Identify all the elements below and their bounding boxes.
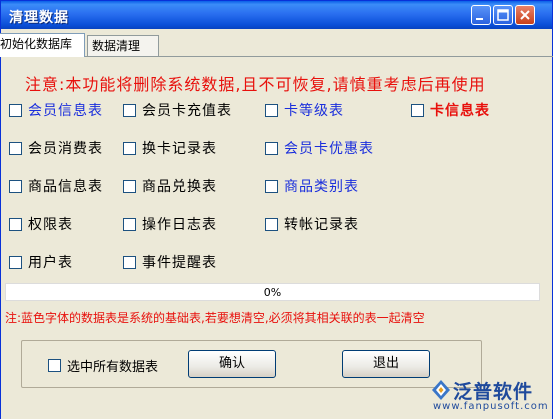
checkbox-box[interactable] [265, 179, 278, 193]
checkbox-product-exchange[interactable]: 商品兑换表 [123, 177, 217, 195]
checkbox-card-exchange-record[interactable]: 换卡记录表 [123, 139, 217, 157]
select-all-label: 选中所有数据表 [67, 359, 159, 375]
checkbox-label: 事件提醒表 [142, 255, 217, 271]
maximize-icon [497, 9, 509, 21]
checkbox-label: 操作日志表 [142, 217, 217, 233]
checkbox-event-reminder[interactable]: 事件提醒表 [123, 253, 217, 271]
checkbox-box[interactable] [411, 103, 424, 117]
minimize-button[interactable] [471, 5, 491, 25]
tab-data-cleanup[interactable]: 数据清理 [87, 35, 159, 56]
checkbox-label: 转帐记录表 [284, 217, 359, 233]
checkbox-box[interactable] [123, 217, 136, 231]
checkbox-product-info[interactable]: 商品信息表 [9, 177, 103, 195]
tab-strip: 初始化数据库 数据清理 [0, 33, 553, 57]
checkbox-label: 商品类别表 [284, 179, 359, 195]
checkbox-box[interactable] [265, 217, 278, 231]
checkbox-label: 会员卡优惠表 [284, 141, 374, 157]
close-button[interactable] [515, 5, 535, 25]
exit-label: 退出 [372, 356, 399, 371]
checkbox-box[interactable] [9, 255, 22, 269]
checkbox-box[interactable] [265, 141, 278, 155]
checkbox-product-category[interactable]: 商品类别表 [265, 177, 359, 195]
checkbox-member-info[interactable]: 会员信息表 [9, 101, 103, 119]
checkbox-card-info[interactable]: 卡信息表 [411, 101, 490, 119]
select-all-checkbox[interactable]: 选中所有数据表 [48, 356, 159, 375]
checkbox-label: 会员信息表 [28, 103, 103, 119]
minimize-icon [476, 18, 483, 20]
tab-panel: 注意:本功能将删除系统数据,且不可恢复,请慎重考虑后再使用 会员信息表 会员卡充… [1, 57, 552, 419]
checkbox-box[interactable] [123, 255, 136, 269]
watermark-url: www.fanpusoft.com [433, 401, 549, 412]
checkbox-card-level[interactable]: 卡等级表 [265, 101, 344, 119]
title-bar[interactable]: 清理数据 [1, 1, 552, 29]
checkbox-label: 用户表 [28, 255, 73, 271]
checkbox-label: 权限表 [28, 217, 73, 233]
watermark-brand: 泛普软件 [453, 381, 534, 403]
fanpu-logo-icon [432, 380, 450, 400]
tab-init-database[interactable]: 初始化数据库 [0, 33, 85, 57]
checkbox-box[interactable] [265, 103, 278, 117]
checkbox-operation-log[interactable]: 操作日志表 [123, 215, 217, 233]
note-text: 注:蓝色字体的数据表是系统的基础表,若要想清空,必须将其相关联的表一起清空 [5, 311, 425, 325]
clear-data-window: 清理数据 初始化数据库 数据清理 注意:本功能将删除系统数据,且不可恢复,请慎重… [0, 0, 553, 419]
checkbox-box[interactable] [9, 217, 22, 231]
checkbox-label: 商品信息表 [28, 179, 103, 195]
checkbox-card-discount[interactable]: 会员卡优惠表 [265, 139, 374, 157]
window-title: 清理数据 [9, 10, 69, 26]
checkbox-box[interactable] [9, 179, 22, 193]
checkbox-member-consumption[interactable]: 会员消费表 [9, 139, 103, 157]
checkbox-box[interactable] [123, 141, 136, 155]
checkbox-label: 卡等级表 [284, 103, 344, 119]
close-icon [520, 10, 530, 20]
progress-label: 0% [263, 286, 282, 299]
checkbox-box[interactable] [123, 103, 136, 117]
checkbox-box[interactable] [48, 358, 61, 372]
checkbox-label: 会员消费表 [28, 141, 103, 157]
checkbox-box[interactable] [9, 103, 22, 117]
checkbox-card-recharge[interactable]: 会员卡充值表 [123, 101, 232, 119]
checkbox-label: 卡信息表 [430, 103, 490, 119]
exit-button[interactable]: 退出 [342, 350, 430, 378]
maximize-button[interactable] [493, 5, 513, 25]
checkbox-box[interactable] [123, 179, 136, 193]
progress-bar: 0% [5, 283, 540, 301]
tab-label: 初始化数据库 [0, 37, 73, 51]
checkbox-permission[interactable]: 权限表 [9, 215, 73, 233]
action-group: 选中所有数据表 确认 退出 [21, 340, 482, 388]
confirm-button[interactable]: 确认 [188, 350, 276, 378]
checkbox-label: 商品兑换表 [142, 179, 217, 195]
checkbox-label: 换卡记录表 [142, 141, 217, 157]
checkbox-label: 会员卡充值表 [142, 103, 232, 119]
checkbox-user[interactable]: 用户表 [9, 253, 73, 271]
warning-text: 注意:本功能将删除系统数据,且不可恢复,请慎重考虑后再使用 [25, 75, 486, 94]
tab-label: 数据清理 [92, 39, 141, 53]
confirm-label: 确认 [218, 356, 245, 371]
checkbox-transfer-record[interactable]: 转帐记录表 [265, 215, 359, 233]
checkbox-box[interactable] [9, 141, 22, 155]
watermark-logo: 泛普软件 www.fanpusoft.com [431, 377, 551, 417]
